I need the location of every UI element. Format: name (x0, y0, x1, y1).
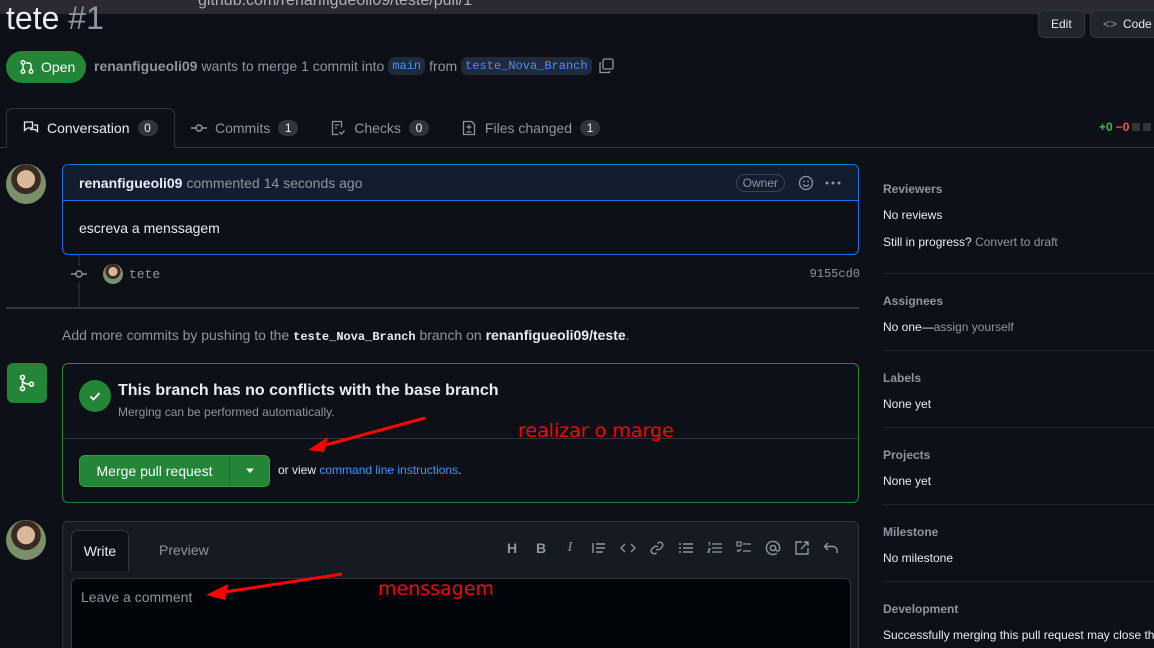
annotation-merge-note: realizar o marge (518, 420, 674, 442)
annotation-message-note: menssagem (378, 578, 494, 600)
annotation-arrows (206, 416, 426, 600)
